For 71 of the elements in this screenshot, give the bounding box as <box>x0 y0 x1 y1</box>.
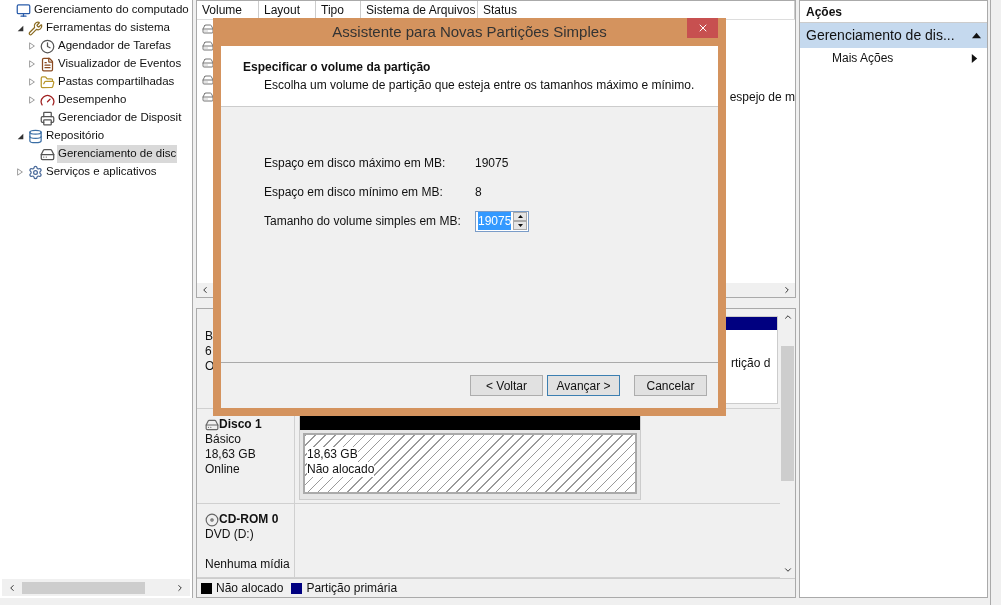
tree-item[interactable]: Desempenho <box>57 91 128 109</box>
disk-name: Disco 1 <box>219 417 262 432</box>
dialog-button[interactable]: Avançar > <box>547 375 620 396</box>
partition-status: rtição d <box>731 356 771 370</box>
scroll-down-icon[interactable] <box>782 565 793 575</box>
tree-item[interactable]: Gerenciamento de disc <box>57 145 178 163</box>
dialog-title: Assistente para Novas Partições Simples <box>331 21 608 42</box>
partition-size: 18,63 GB <box>307 447 358 462</box>
expanded-arrow-icon[interactable] <box>16 24 24 32</box>
submenu-arrow-icon <box>970 53 979 63</box>
wrench-icon <box>28 20 43 36</box>
drive-icon <box>202 39 214 52</box>
legend-label: Partição primária <box>306 580 398 597</box>
horizontal-scrollbar[interactable] <box>2 579 190 596</box>
tree-item[interactable]: Gerenciador de Disposit <box>57 109 183 127</box>
tree-item[interactable]: Serviços e aplicativos <box>45 163 158 181</box>
disk-info: 6 <box>205 344 213 359</box>
drive-icon <box>202 73 214 86</box>
field-value: 8 <box>475 184 482 201</box>
drive-icon <box>202 56 214 69</box>
cd-drive-icon <box>205 512 219 527</box>
folder-icon <box>40 74 55 90</box>
printer-icon <box>40 110 55 126</box>
disk-info: Básico <box>205 432 243 447</box>
dialog-heading: Especificar o volume da partição <box>243 59 432 76</box>
gauge-icon <box>40 92 55 108</box>
tree-item[interactable]: Pastas compartilhadas <box>57 73 176 91</box>
tree-item[interactable]: Repositório <box>45 127 106 145</box>
gear-icon <box>28 164 43 180</box>
drive-icon <box>202 90 214 103</box>
scroll-left-icon[interactable] <box>7 582 17 593</box>
spin-up-icon <box>517 214 523 219</box>
clock-icon <box>40 38 55 54</box>
field-value: 19075 <box>475 155 509 172</box>
dialog-button[interactable]: Cancelar <box>634 375 707 396</box>
field-label: Tamanho do volume simples em MB: <box>264 213 462 230</box>
tree-item[interactable]: Visualizador de Eventos <box>57 55 183 73</box>
disk-name: CD-ROM 0 <box>219 512 279 527</box>
drive-icon <box>202 22 214 35</box>
spin-down-icon <box>517 223 523 228</box>
scroll-right-icon[interactable] <box>175 582 185 593</box>
disk-info: B <box>205 329 214 344</box>
action-item[interactable]: Mais Ações <box>832 49 970 67</box>
dialog-subheading: Escolha um volume de partição que esteja entre os tamanhos máximo e mínimo. <box>263 77 696 94</box>
legend-label: Não alocado <box>216 580 284 597</box>
computer-icon <box>16 2 31 18</box>
field-label: Espaço em disco mínimo em MB: <box>264 184 444 201</box>
scroll-up-icon[interactable] <box>782 312 793 322</box>
collapse-arrow-icon[interactable] <box>972 31 981 40</box>
partition-status: Não alocado <box>307 462 375 477</box>
database-icon <box>28 128 43 144</box>
hard-drive-icon <box>205 417 219 432</box>
disk-info: DVD (D:) <box>205 527 255 542</box>
disk-info: 18,63 GB <box>205 447 257 462</box>
field-label: Espaço em disco máximo em MB: <box>264 155 447 172</box>
dialog-button[interactable]: < Voltar <box>470 375 543 396</box>
table-cell-text: espejo de m <box>729 88 795 106</box>
disk-info: Nenhuma mídia <box>205 557 291 572</box>
spin-up-button[interactable] <box>513 212 527 221</box>
disk-info: Online <box>205 462 241 477</box>
tree-item[interactable]: Agendador de Tarefas <box>57 37 172 55</box>
vertical-scrollbar[interactable] <box>780 309 795 578</box>
spin-down-button[interactable] <box>513 221 527 230</box>
hard-drive-icon <box>40 146 55 162</box>
scroll-left-icon[interactable] <box>200 285 210 295</box>
expanded-arrow-icon[interactable] <box>16 132 24 140</box>
scroll-right-icon[interactable] <box>782 285 792 295</box>
partition-block[interactable]: 18,63 GB Não alocado <box>299 414 641 500</box>
tree-item[interactable]: Gerenciamento do computado <box>33 1 190 19</box>
tree-item[interactable]: Ferramentas do sistema <box>45 19 171 37</box>
document-icon <box>40 56 55 72</box>
